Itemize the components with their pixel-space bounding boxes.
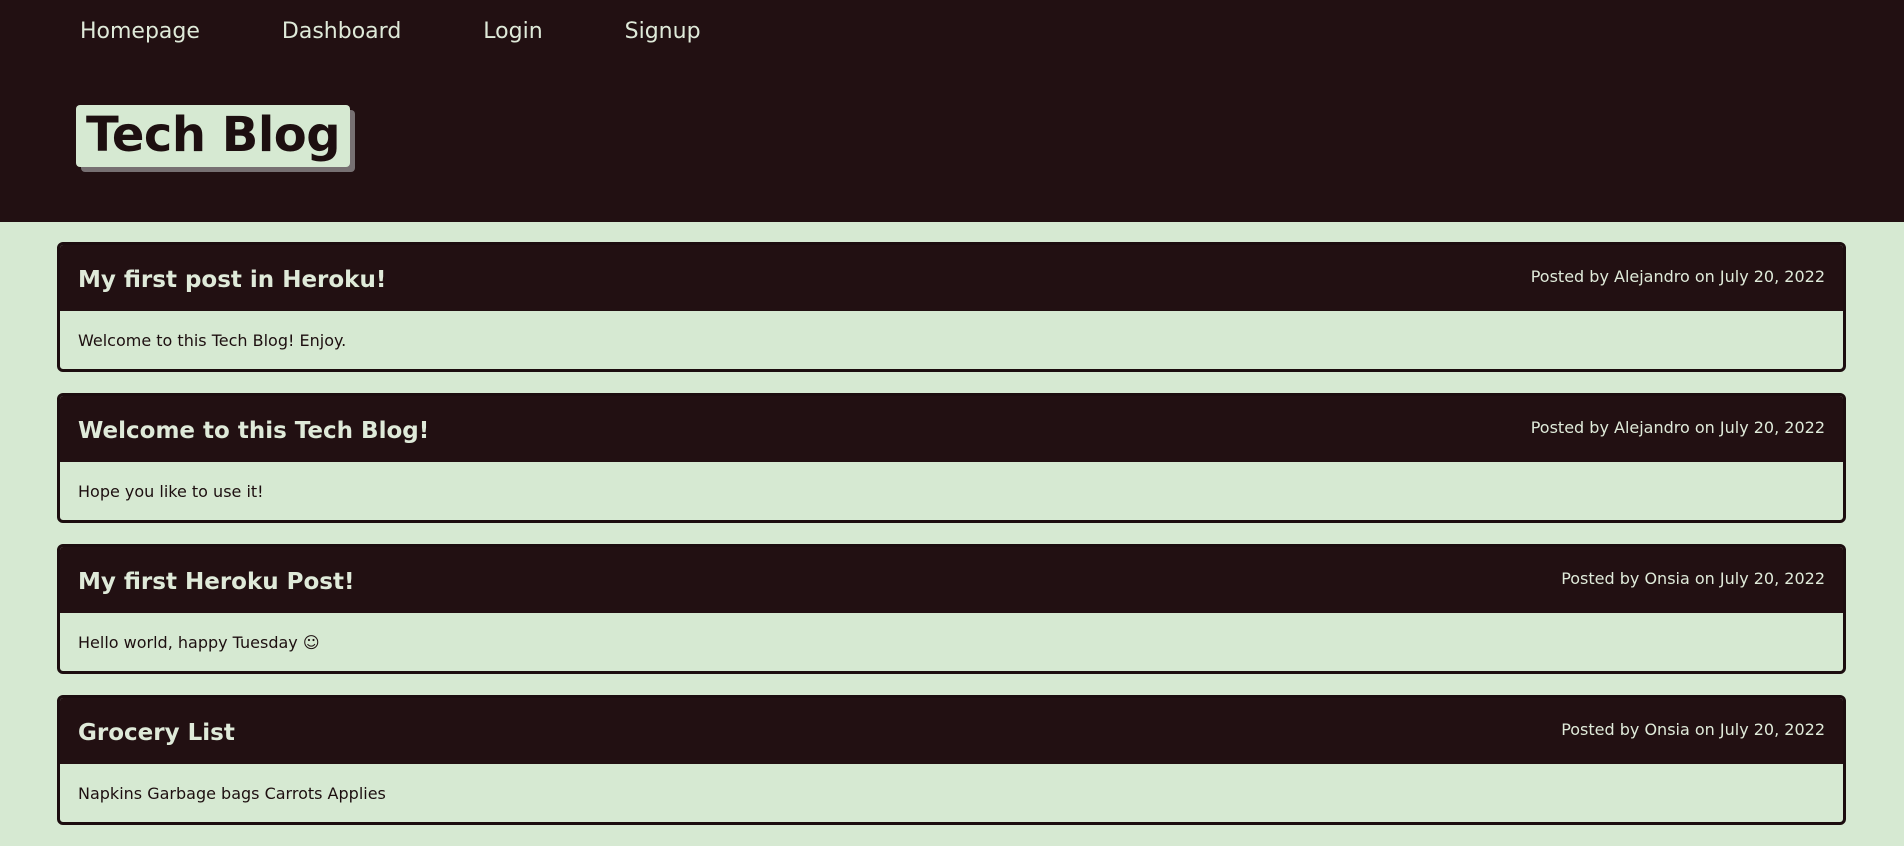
site-title: Tech Blog: [76, 105, 351, 167]
post-card[interactable]: Grocery List Posted by Onsia on July 20,…: [57, 695, 1846, 825]
nav-link-homepage[interactable]: Homepage: [80, 16, 200, 48]
post-body: Welcome to this Tech Blog! Enjoy.: [78, 331, 347, 350]
post-title[interactable]: My first post in Heroku!: [78, 263, 386, 293]
post-meta: Posted by Alejandro on July 20, 2022: [1530, 417, 1825, 437]
nav-link-signup[interactable]: Signup: [625, 16, 701, 48]
post-card[interactable]: My first post in Heroku! Posted by Aleja…: [57, 242, 1846, 372]
post-title[interactable]: Welcome to this Tech Blog!: [78, 414, 429, 444]
post-meta: Posted by Alejandro on July 20, 2022: [1530, 266, 1825, 286]
post-meta: Posted by Onsia on July 20, 2022: [1561, 568, 1825, 588]
post-header: Welcome to this Tech Blog! Posted by Ale…: [60, 396, 1843, 462]
nav-link-login[interactable]: Login: [483, 16, 542, 48]
post-body: Hello world, happy Tuesday ☺: [78, 633, 320, 652]
post-body: Napkins Garbage bags Carrots Applies: [78, 784, 386, 803]
nav-link-dashboard[interactable]: Dashboard: [282, 16, 401, 48]
post-list: My first post in Heroku! Posted by Aleja…: [57, 242, 1846, 846]
post-card[interactable]: My first Heroku Post! Posted by Onsia on…: [57, 544, 1846, 674]
post-title[interactable]: Grocery List: [78, 716, 235, 746]
post-body: Hope you like to use it!: [78, 482, 264, 501]
post-header: My first post in Heroku! Posted by Aleja…: [60, 245, 1843, 311]
post-meta: Posted by Onsia on July 20, 2022: [1561, 719, 1825, 739]
post-title[interactable]: My first Heroku Post!: [78, 565, 354, 595]
brand-wrapper: Tech Blog: [76, 105, 351, 167]
main-nav: Homepage Dashboard Login Signup: [80, 16, 783, 48]
post-card[interactable]: Welcome to this Tech Blog! Posted by Ale…: [57, 393, 1846, 523]
post-header: Grocery List Posted by Onsia on July 20,…: [60, 698, 1843, 764]
site-header: Homepage Dashboard Login Signup Tech Blo…: [0, 0, 1904, 222]
post-header: My first Heroku Post! Posted by Onsia on…: [60, 547, 1843, 613]
